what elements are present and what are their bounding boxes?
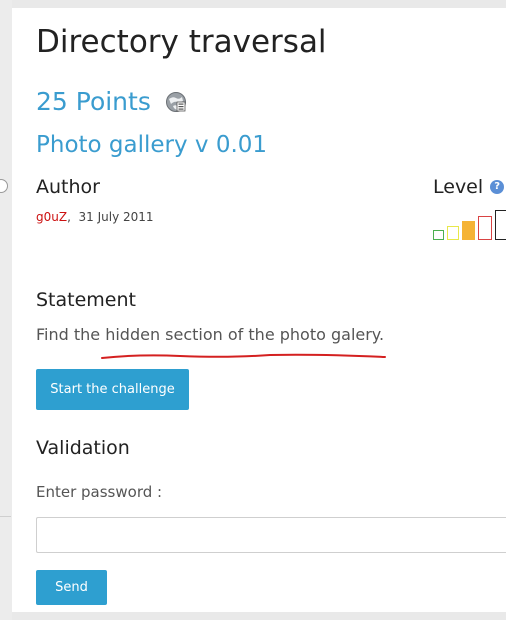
sidebar-divider [0,516,11,517]
challenge-card: Directory traversal 25 Points Photo gall… [12,8,506,612]
challenge-title: Directory traversal [36,24,327,60]
password-label: Enter password : [36,483,163,501]
start-challenge-button[interactable]: Start the challenge [36,369,189,410]
challenge-name: Photo gallery v 0.01 [36,132,268,158]
level-bar-2 [447,226,459,240]
author-info: g0uZ, 31 July 2011 [36,210,154,224]
help-icon[interactable]: ? [490,180,505,194]
level-bar-1 [433,230,444,240]
level-heading-label: Level [433,176,484,198]
red-underline-annotation [101,353,386,359]
statement-text: Find the hidden section of the photo gal… [36,325,385,344]
level-bar-5 [495,210,506,240]
level-bar-3 [462,221,475,240]
statement-heading: Statement [36,289,136,311]
author-separator: , [67,210,71,224]
author-date: 31 July 2011 [78,210,154,224]
password-input[interactable] [36,517,506,553]
author-heading: Author [36,176,100,198]
validation-heading: Validation [36,437,130,459]
author-link[interactable]: g0uZ [36,210,67,224]
level-bar-4 [478,216,492,240]
difficulty-level [433,210,506,240]
left-sidebar-edge [0,0,12,620]
globe-icon[interactable] [165,91,187,113]
points-value: 25 Points [36,87,151,116]
send-button[interactable]: Send [36,570,107,605]
points-row: 25 Points [36,87,187,116]
level-heading: Level ? [433,176,505,198]
